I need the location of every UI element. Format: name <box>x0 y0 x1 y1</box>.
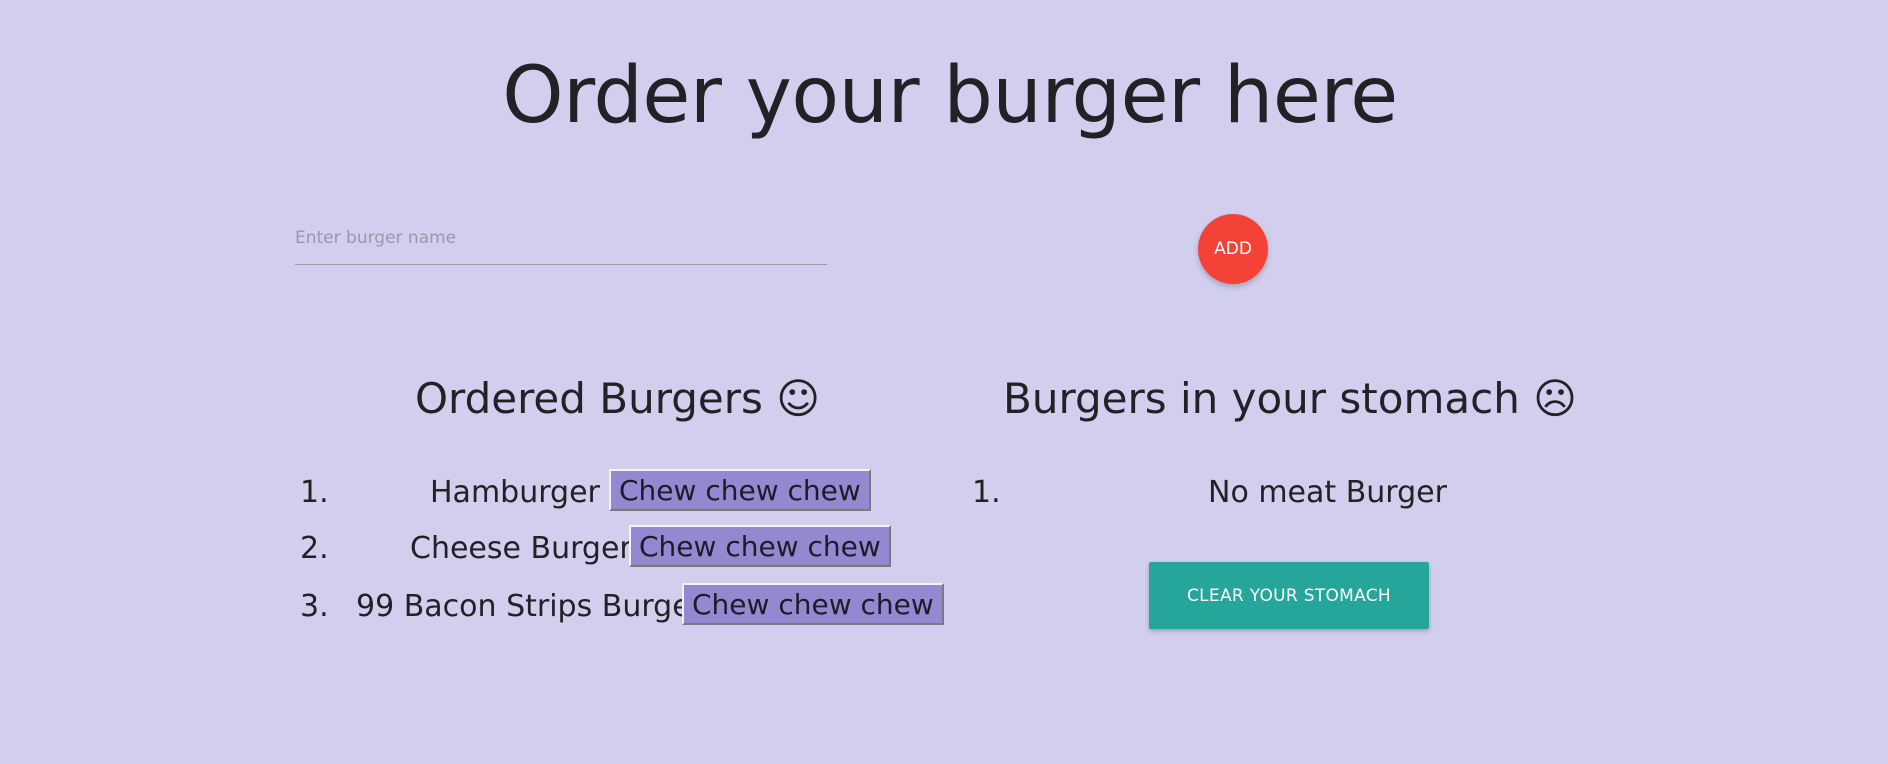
list-item: 3. 99 Bacon Strips Burger Chew chew chew <box>300 583 944 626</box>
page-title: Order your burger here <box>502 51 1398 141</box>
list-item-number: 3. <box>300 588 329 624</box>
list-item-number: 1. <box>300 474 329 510</box>
burger-name-input[interactable] <box>295 218 827 258</box>
burger-name: 99 Bacon Strips Burger <box>356 588 703 624</box>
burger-name: No meat Burger <box>1208 474 1447 510</box>
burger-name-field <box>295 218 827 265</box>
chew-button[interactable]: Chew chew chew <box>629 525 891 567</box>
ordered-burgers-title: Ordered Burgers ☺ <box>415 374 821 423</box>
list-item: 1. Hamburger Chew chew chew <box>300 469 940 512</box>
list-item-number: 1. <box>972 474 1001 510</box>
clear-stomach-button[interactable]: CLEAR YOUR STOMACH <box>1149 562 1429 629</box>
list-item-number: 2. <box>300 530 329 566</box>
burger-name: Hamburger <box>430 474 600 510</box>
add-burger-button[interactable]: ADD <box>1198 214 1268 284</box>
stomach-burgers-title: Burgers in your stomach ☹ <box>1003 374 1577 423</box>
burger-name: Cheese Burger <box>410 530 632 566</box>
chew-button[interactable]: Chew chew chew <box>682 583 944 625</box>
list-item: 2. Cheese Burger Chew chew chew <box>300 525 940 568</box>
list-item: 1. No meat Burger <box>972 472 1532 512</box>
chew-button[interactable]: Chew chew chew <box>609 469 871 511</box>
